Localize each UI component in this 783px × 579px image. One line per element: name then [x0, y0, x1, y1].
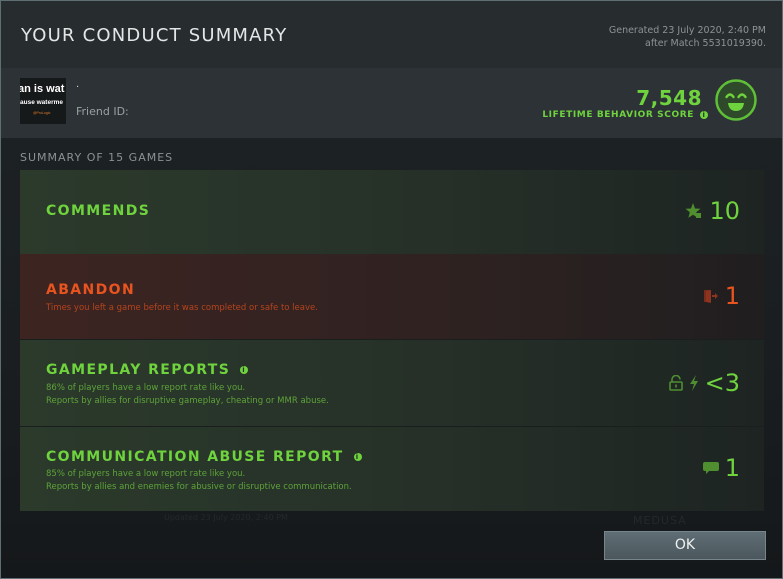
lightning-icon: [689, 375, 698, 391]
door-exit-icon: [703, 290, 718, 303]
abandon-title-text: ABANDON: [46, 282, 136, 298]
player-name: ·: [76, 82, 80, 93]
avatar-text-line1: an is wat: [20, 83, 65, 95]
conduct-summary-dialog: YOUR CONDUCT SUMMARY Generated 23 July 2…: [0, 0, 783, 579]
abandon-value-group: 1: [703, 283, 740, 309]
player-profile-bar: an is wat ause waterme @ProLogic · Frien…: [1, 68, 782, 138]
commends-title: COMMENDS: [46, 203, 150, 219]
behavior-score-value: 7,548: [636, 86, 702, 110]
summary-label: SUMMARY OF 15 GAMES: [20, 151, 174, 164]
gameplay-reports-value: <3: [704, 369, 740, 397]
commends-card: COMMENDS 10: [20, 170, 764, 254]
commends-title-text: COMMENDS: [46, 203, 151, 219]
generated-info: Generated 23 July 2020, 2:40 PM after Ma…: [609, 24, 766, 50]
commends-value-group: 10: [685, 198, 740, 224]
info-icon[interactable]: i: [700, 111, 708, 119]
dialog-header: YOUR CONDUCT SUMMARY Generated 23 July 2…: [1, 1, 782, 68]
friend-id: Friend ID:: [76, 105, 129, 118]
behavior-score-label-row: LIFETIME BEHAVIOR SCORE i: [542, 110, 708, 120]
friend-id-label: Friend ID:: [76, 105, 129, 118]
communication-abuse-value: 1: [724, 454, 740, 482]
commends-value: 10: [709, 197, 740, 225]
gameplay-reports-description: 86% of players have a low report rate li…: [46, 382, 329, 408]
avatar: an is wat ause waterme @ProLogic: [20, 78, 66, 124]
gameplay-reports-title: GAMEPLAY REPORTS i: [46, 362, 249, 378]
communication-abuse-description-line: Reports by allies and enemies for abusiv…: [46, 482, 352, 492]
communication-abuse-description: 85% of players have a low report rate li…: [46, 468, 352, 494]
generated-date: Generated 23 July 2020, 2:40 PM: [608, 25, 766, 36]
communication-abuse-title: COMMUNICATION ABUSE REPORT i: [46, 449, 362, 465]
unlock-icon: [668, 375, 683, 391]
abandon-card: ABANDON Times you left a game before it …: [20, 254, 764, 339]
avatar-text-line3: @ProLogic: [33, 111, 51, 115]
generated-match: after Match 5531019390.: [645, 38, 766, 49]
communication-abuse-description-line: 85% of players have a low report rate li…: [46, 469, 246, 479]
behavior-score-label: LIFETIME BEHAVIOR SCORE: [542, 110, 694, 120]
abandon-description-line: Times you left a game before it was comp…: [46, 303, 318, 313]
abandon-value: 1: [724, 282, 740, 310]
chat-bubble-icon: [702, 461, 719, 474]
abandon-description: Times you left a game before it was comp…: [46, 302, 318, 315]
communication-abuse-title-text: COMMUNICATION ABUSE REPORT: [46, 449, 344, 465]
gameplay-reports-title-text: GAMEPLAY REPORTS: [46, 362, 231, 378]
star-thumbs-up-icon: [685, 203, 702, 218]
ok-button[interactable]: OK: [604, 531, 766, 560]
gameplay-reports-card: GAMEPLAY REPORTS i 86% of players have a…: [20, 340, 764, 426]
communication-abuse-value-group: 1: [702, 454, 740, 482]
abandon-title: ABANDON: [46, 282, 135, 298]
dialog-title: YOUR CONDUCT SUMMARY: [21, 25, 288, 46]
info-icon[interactable]: i: [240, 366, 249, 374]
smiley-face-icon: [715, 79, 757, 121]
communication-abuse-card: COMMUNICATION ABUSE REPORT i 85% of play…: [20, 427, 764, 511]
gameplay-reports-description-line: 86% of players have a low report rate li…: [46, 383, 246, 393]
gameplay-reports-value-group: <3: [668, 369, 740, 397]
info-icon[interactable]: i: [353, 453, 362, 461]
avatar-text-line2: ause waterme: [20, 99, 63, 106]
gameplay-reports-description-line: Reports by allies for disruptive gamepla…: [46, 396, 329, 406]
background-hero-name: MEDUSA: [633, 514, 687, 527]
background-updated-text: Updated 23 July 2020, 2:40 PM: [164, 513, 288, 522]
